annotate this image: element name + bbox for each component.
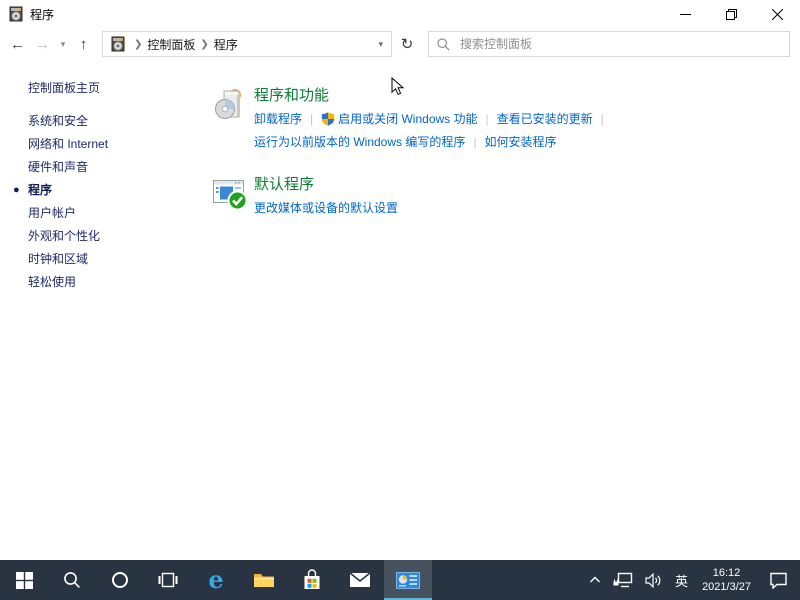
link-uninstall-program[interactable]: 卸载程序 xyxy=(254,110,302,127)
group-programs-features: 程序和功能 卸载程序 | xyxy=(212,84,612,156)
sidebar-item-hardware-sound[interactable]: 硬件和声音 xyxy=(0,155,212,178)
content-area: 控制面板主页 系统和安全 网络和 Internet 硬件和声音 ● 程序 用户帐… xyxy=(0,60,800,560)
default-programs-title[interactable]: 默认程序 xyxy=(254,173,398,194)
programs-features-icon[interactable] xyxy=(212,86,249,123)
window-title: 程序 xyxy=(30,6,54,23)
link-separator: | xyxy=(310,112,313,126)
uac-shield-icon xyxy=(321,112,335,126)
selected-bullet-icon: ● xyxy=(13,184,20,196)
close-button[interactable] xyxy=(754,0,800,28)
forward-button[interactable]: → xyxy=(30,31,55,57)
search-input[interactable] xyxy=(458,36,781,52)
volume-tray-icon[interactable] xyxy=(639,560,669,600)
edge-button[interactable]: e xyxy=(192,560,240,600)
address-dropdown-icon[interactable]: ▾ xyxy=(374,39,387,50)
recent-pages-chevron-icon[interactable]: ▾ xyxy=(55,31,71,57)
main-panel: 程序和功能 卸载程序 | xyxy=(212,60,612,560)
link-separator: | xyxy=(601,112,604,126)
link-how-to-install[interactable]: 如何安装程序 xyxy=(484,133,556,150)
search-icon xyxy=(437,38,450,51)
file-explorer-button[interactable] xyxy=(240,560,288,600)
link-windows-features-label: 启用或关闭 Windows 功能 xyxy=(338,110,477,127)
sidebar: 控制面板主页 系统和安全 网络和 Internet 硬件和声音 ● 程序 用户帐… xyxy=(0,60,212,560)
cortana-button[interactable] xyxy=(96,560,144,600)
clock-date: 2021/3/27 xyxy=(702,580,751,594)
sidebar-item-system-security[interactable]: 系统和安全 xyxy=(0,109,212,132)
link-separator: | xyxy=(473,135,476,149)
restore-button[interactable] xyxy=(708,0,754,28)
clock-time: 16:12 xyxy=(702,566,751,580)
location-icon xyxy=(110,36,126,52)
back-button[interactable]: ← xyxy=(5,31,30,57)
sidebar-item-label: 程序 xyxy=(28,181,52,198)
link-run-older-programs[interactable]: 运行为以前版本的 Windows 编写的程序 xyxy=(254,133,465,150)
minimize-button[interactable] xyxy=(662,0,708,28)
link-windows-features[interactable]: 启用或关闭 Windows 功能 xyxy=(321,110,477,127)
breadcrumb-chevron-icon: ❯ xyxy=(134,39,142,50)
programs-features-title[interactable]: 程序和功能 xyxy=(254,84,612,105)
sidebar-item-clock-region[interactable]: 时钟和区域 xyxy=(0,247,212,270)
taskbar: e xyxy=(0,560,800,600)
sidebar-item-home[interactable]: 控制面板主页 xyxy=(0,76,212,99)
address-bar[interactable]: ❯ 控制面板 ❯ 程序 ▾ xyxy=(102,31,392,57)
breadcrumb-chevron-icon: ❯ xyxy=(200,39,208,50)
breadcrumb-control-panel[interactable]: 控制面板 xyxy=(147,36,195,53)
up-button[interactable]: ↑ xyxy=(71,31,96,57)
link-installed-updates[interactable]: 查看已安装的更新 xyxy=(497,110,593,127)
link-change-media-defaults[interactable]: 更改媒体或设备的默认设置 xyxy=(254,199,398,216)
search-box[interactable] xyxy=(428,31,790,57)
show-hidden-icons-button[interactable] xyxy=(583,560,607,600)
edge-icon: e xyxy=(208,568,223,592)
task-view-button[interactable] xyxy=(144,560,192,600)
group-default-programs: 默认程序 更改媒体或设备的默认设置 xyxy=(212,173,612,222)
sidebar-item-ease-of-access[interactable]: 轻松使用 xyxy=(0,270,212,293)
store-button[interactable] xyxy=(288,560,336,600)
control-panel-window: 程序 ← → ▾ ↑ xyxy=(0,0,800,560)
taskbar-search-button[interactable] xyxy=(48,560,96,600)
clock[interactable]: 16:12 2021/3/27 xyxy=(694,566,759,594)
breadcrumb-programs[interactable]: 程序 xyxy=(214,36,238,53)
default-programs-icon[interactable] xyxy=(212,175,249,212)
start-button[interactable] xyxy=(0,560,48,600)
control-panel-taskbar-button[interactable] xyxy=(384,560,432,600)
sidebar-item-user-accounts[interactable]: 用户帐户 xyxy=(0,201,212,224)
ime-indicator[interactable]: 英 xyxy=(669,560,694,600)
sidebar-item-programs[interactable]: ● 程序 xyxy=(0,178,212,201)
network-tray-icon[interactable] xyxy=(607,560,639,600)
navigation-bar: ← → ▾ ↑ ❯ 控制面板 ❯ 程序 ▾ ↻ xyxy=(0,28,800,60)
mail-button[interactable] xyxy=(336,560,384,600)
sidebar-item-appearance[interactable]: 外观和个性化 xyxy=(0,224,212,247)
action-center-button[interactable] xyxy=(759,560,800,600)
control-panel-app-icon xyxy=(8,6,24,22)
refresh-button[interactable]: ↻ xyxy=(392,31,422,57)
titlebar: 程序 xyxy=(0,0,800,28)
link-separator: | xyxy=(486,112,489,126)
sidebar-item-network-internet[interactable]: 网络和 Internet xyxy=(0,132,212,155)
